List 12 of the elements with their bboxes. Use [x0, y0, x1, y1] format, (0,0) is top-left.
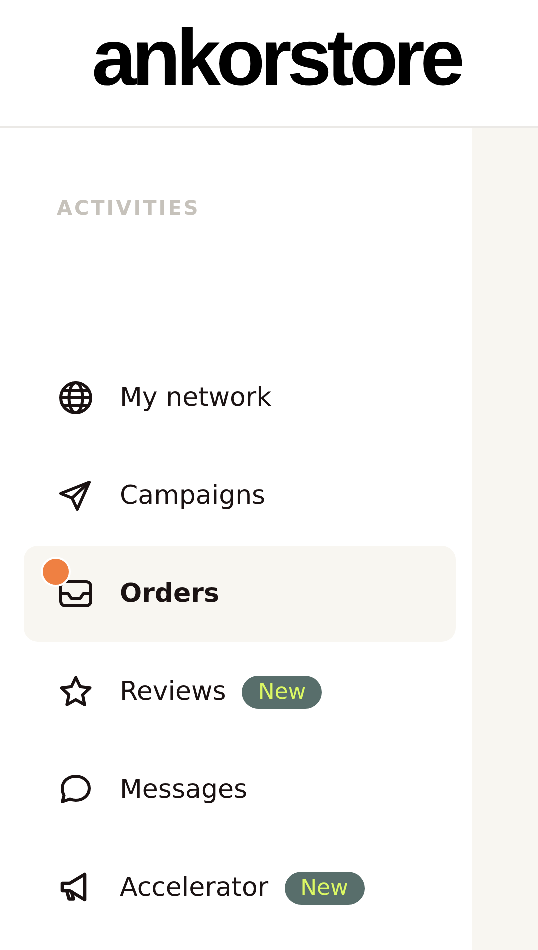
- section-title: ACTIVITIES: [57, 195, 202, 222]
- paper-plane-icon: [58, 478, 94, 514]
- new-badge: New: [242, 676, 322, 708]
- logo[interactable]: ankorstore: [92, 18, 460, 98]
- sidebar-item[interactable]: Reviews New: [24, 644, 456, 740]
- sidebar-item[interactable]: My network: [24, 350, 456, 446]
- sidebar-item[interactable]: Campaigns: [24, 448, 456, 544]
- globe-icon: [58, 380, 94, 416]
- new-badge: New: [284, 872, 365, 904]
- sidebar-item[interactable]: Orders: [24, 546, 456, 642]
- sidebar-item[interactable]: Messages: [24, 742, 456, 838]
- sidebar-item[interactable]: Accelerator New: [24, 840, 456, 936]
